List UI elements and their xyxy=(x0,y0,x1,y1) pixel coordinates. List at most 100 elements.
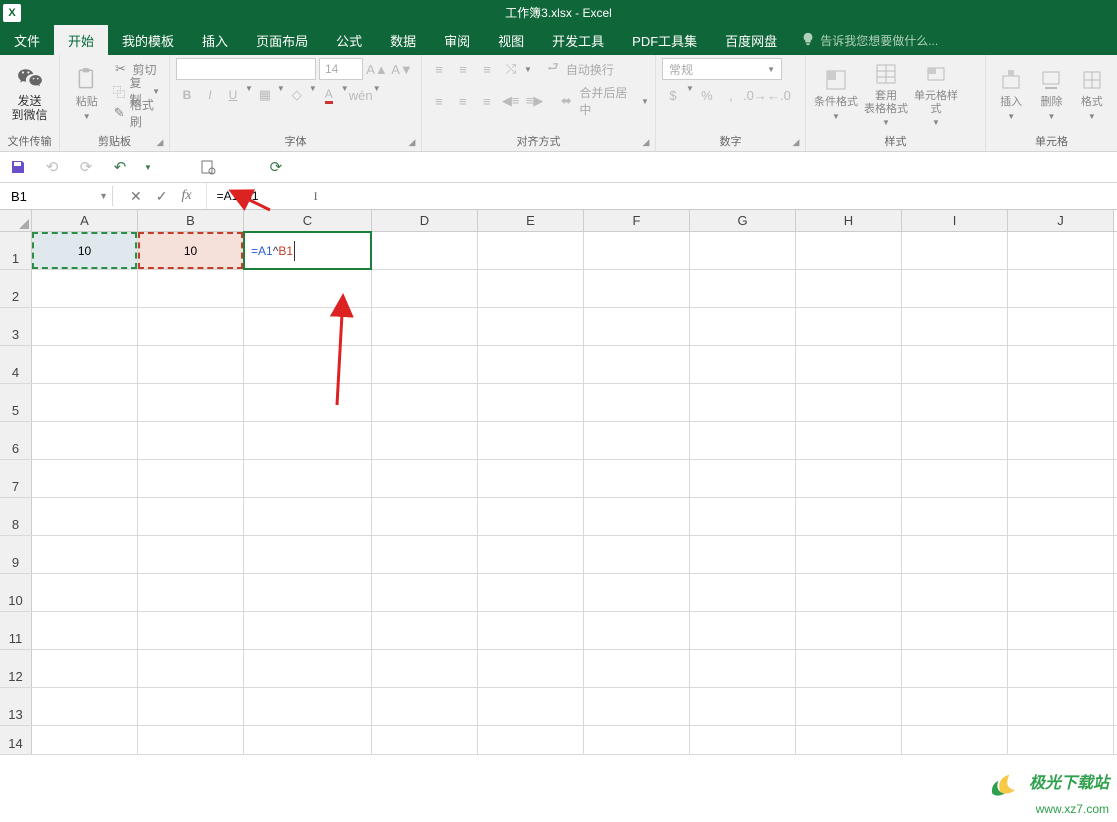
cell-G1[interactable] xyxy=(690,232,796,269)
cell-F8[interactable] xyxy=(584,498,690,535)
cell-H5[interactable] xyxy=(796,384,902,421)
col-header-D[interactable]: D xyxy=(372,210,478,231)
wrap-text-button[interactable]: 自动换行 xyxy=(566,61,614,78)
decrease-font-icon[interactable]: A▼ xyxy=(391,58,413,80)
cell-H3[interactable] xyxy=(796,308,902,345)
insert-cells-button[interactable]: 插入▼ xyxy=(992,58,1030,130)
cell-A6[interactable] xyxy=(32,422,138,459)
cell-D2[interactable] xyxy=(372,270,478,307)
save-button[interactable] xyxy=(8,157,28,177)
row-header-8[interactable]: 8 xyxy=(0,498,32,535)
cell-C11[interactable] xyxy=(244,612,372,649)
tab-data[interactable]: 数据 xyxy=(376,25,430,55)
cell-I12[interactable] xyxy=(902,650,1008,687)
cell-G3[interactable] xyxy=(690,308,796,345)
col-header-B[interactable]: B xyxy=(138,210,244,231)
cell-E4[interactable] xyxy=(478,346,584,383)
name-box[interactable]: ▼ xyxy=(3,186,113,206)
row-header-11[interactable]: 11 xyxy=(0,612,32,649)
cell-E6[interactable] xyxy=(478,422,584,459)
cell-D1[interactable] xyxy=(372,232,478,269)
tab-pdfkit[interactable]: PDF工具集 xyxy=(618,25,711,55)
cell-F12[interactable] xyxy=(584,650,690,687)
align-top-icon[interactable]: ≡ xyxy=(428,58,450,80)
cell-F1[interactable] xyxy=(584,232,690,269)
cell-B13[interactable] xyxy=(138,688,244,725)
row-header-13[interactable]: 13 xyxy=(0,688,32,725)
cell-C6[interactable] xyxy=(244,422,372,459)
insert-function-button[interactable]: fx xyxy=(181,188,191,204)
cell-C13[interactable] xyxy=(244,688,372,725)
font-size-combo[interactable] xyxy=(319,58,363,80)
cell-G2[interactable] xyxy=(690,270,796,307)
cell-G10[interactable] xyxy=(690,574,796,611)
cell-E11[interactable] xyxy=(478,612,584,649)
increase-font-icon[interactable]: A▲ xyxy=(366,58,388,80)
cell-D13[interactable] xyxy=(372,688,478,725)
alignment-dialog-launcher[interactable]: ◢ xyxy=(639,135,653,149)
cell-I3[interactable] xyxy=(902,308,1008,345)
cell-B8[interactable] xyxy=(138,498,244,535)
cell-D8[interactable] xyxy=(372,498,478,535)
tab-insert[interactable]: 插入 xyxy=(188,25,242,55)
underline-button[interactable]: U xyxy=(222,84,244,106)
cell-I8[interactable] xyxy=(902,498,1008,535)
cell-B6[interactable] xyxy=(138,422,244,459)
cell-C2[interactable] xyxy=(244,270,372,307)
row-header-3[interactable]: 3 xyxy=(0,308,32,345)
cell-H9[interactable] xyxy=(796,536,902,573)
cell-H1[interactable] xyxy=(796,232,902,269)
row-header-2[interactable]: 2 xyxy=(0,270,32,307)
cell-J10[interactable] xyxy=(1008,574,1114,611)
cell-I11[interactable] xyxy=(902,612,1008,649)
col-header-J[interactable]: J xyxy=(1008,210,1114,231)
refresh-button[interactable]: ⟳ xyxy=(266,157,286,177)
cell-A14[interactable] xyxy=(32,726,138,754)
row-header-14[interactable]: 14 xyxy=(0,726,32,754)
accounting-format-icon[interactable]: $ xyxy=(662,84,684,106)
cell-B3[interactable] xyxy=(138,308,244,345)
align-bottom-icon[interactable]: ≡ xyxy=(476,58,498,80)
col-header-E[interactable]: E xyxy=(478,210,584,231)
col-header-I[interactable]: I xyxy=(902,210,1008,231)
cell-E14[interactable] xyxy=(478,726,584,754)
cell-D11[interactable] xyxy=(372,612,478,649)
format-as-table-button[interactable]: 套用 表格格式▼ xyxy=(862,58,910,130)
cell-A3[interactable] xyxy=(32,308,138,345)
col-header-H[interactable]: H xyxy=(796,210,902,231)
cell-D9[interactable] xyxy=(372,536,478,573)
cell-J12[interactable] xyxy=(1008,650,1114,687)
merge-center-button[interactable]: 合并后居中 xyxy=(579,84,639,118)
decrease-indent-icon[interactable]: ◀≡ xyxy=(500,90,522,112)
cell-J3[interactable] xyxy=(1008,308,1114,345)
cell-I5[interactable] xyxy=(902,384,1008,421)
cell-G6[interactable] xyxy=(690,422,796,459)
align-left-icon[interactable]: ≡ xyxy=(428,90,450,112)
cell-F9[interactable] xyxy=(584,536,690,573)
cell-J1[interactable] xyxy=(1008,232,1114,269)
cell-G9[interactable] xyxy=(690,536,796,573)
cell-G11[interactable] xyxy=(690,612,796,649)
number-format-combo[interactable]: 常规▼ xyxy=(662,58,782,80)
cell-editor[interactable]: =A1^B1 xyxy=(243,231,372,270)
cell-J6[interactable] xyxy=(1008,422,1114,459)
cell-F6[interactable] xyxy=(584,422,690,459)
row-header-4[interactable]: 4 xyxy=(0,346,32,383)
cell-I7[interactable] xyxy=(902,460,1008,497)
cell-E1[interactable] xyxy=(478,232,584,269)
col-header-A[interactable]: A xyxy=(32,210,138,231)
cell-F4[interactable] xyxy=(584,346,690,383)
phonetic-button[interactable]: wén xyxy=(350,84,372,106)
col-header-C[interactable]: C xyxy=(244,210,372,231)
cell-H12[interactable] xyxy=(796,650,902,687)
cell-C7[interactable] xyxy=(244,460,372,497)
name-box-input[interactable] xyxy=(11,189,91,204)
cell-B4[interactable] xyxy=(138,346,244,383)
cell-A13[interactable] xyxy=(32,688,138,725)
cell-C14[interactable] xyxy=(244,726,372,754)
cell-A12[interactable] xyxy=(32,650,138,687)
border-button[interactable]: ▦ xyxy=(254,84,276,106)
italic-button[interactable]: I xyxy=(199,84,221,106)
cell-J7[interactable] xyxy=(1008,460,1114,497)
font-color-button[interactable]: A xyxy=(318,84,340,106)
